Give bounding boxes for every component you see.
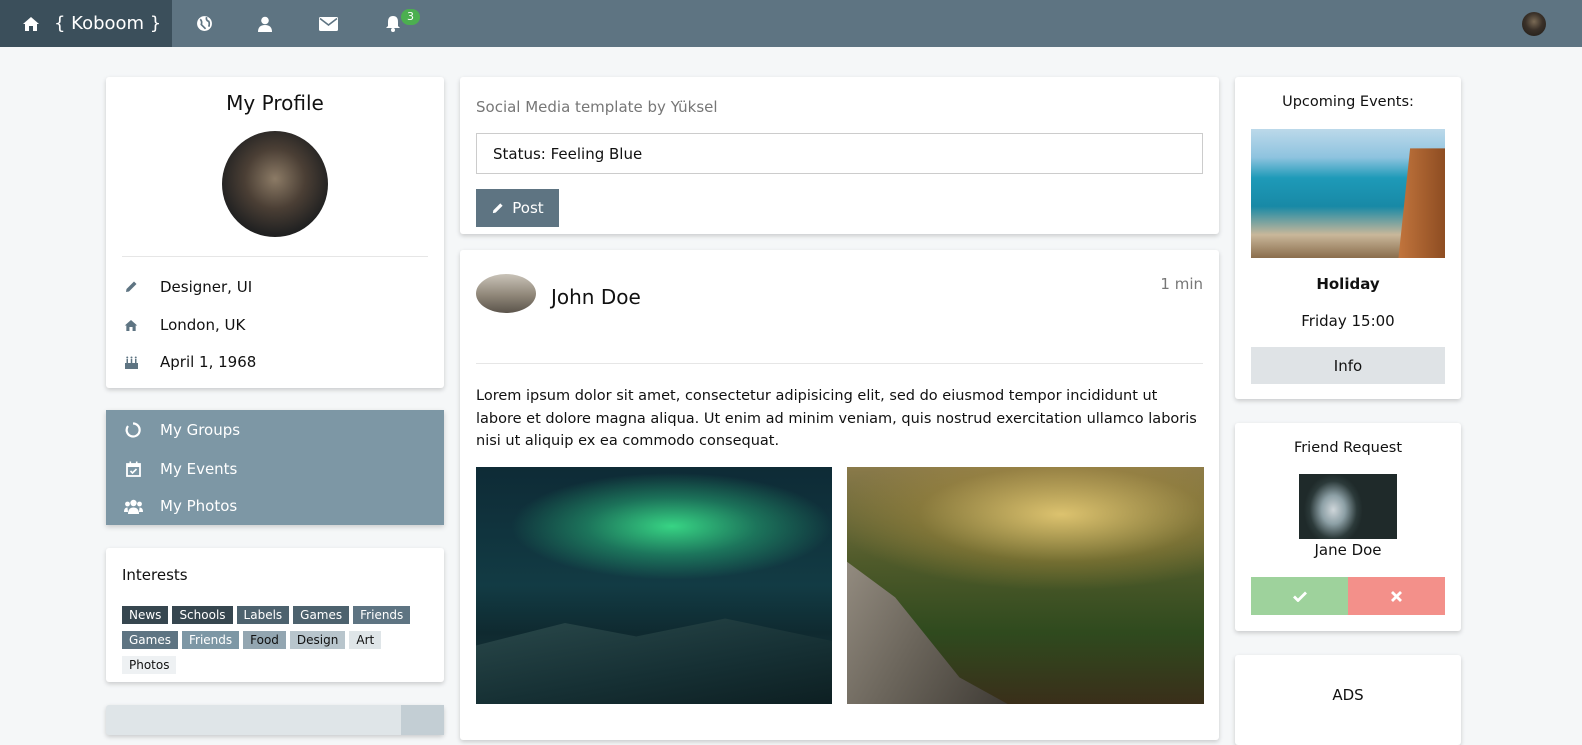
check-icon xyxy=(1292,591,1307,602)
bell-icon xyxy=(386,16,400,32)
interests-tag-list: News Schools Labels Games Friends Games Friend… xyxy=(122,604,422,679)
menu-item-my-photos[interactable]: My Photos xyxy=(106,488,444,524)
interest-tag[interactable]: Photos xyxy=(122,656,177,674)
profile-divider xyxy=(122,256,428,257)
profile-nav-button[interactable] xyxy=(245,0,285,47)
birthday-cake-icon xyxy=(125,356,138,369)
interest-tag[interactable]: Labels xyxy=(236,606,290,624)
users-icon xyxy=(123,499,143,514)
status-input[interactable] xyxy=(476,133,1203,174)
menu-item-my-events[interactable]: My Events xyxy=(106,451,444,487)
home-icon xyxy=(23,16,39,31)
reject-request-button[interactable] xyxy=(1348,577,1445,615)
pencil-icon xyxy=(493,202,503,213)
friend-request-name[interactable]: Jane Doe xyxy=(1235,541,1461,559)
profile-location: London, UK xyxy=(160,316,246,334)
interest-tag[interactable]: Design xyxy=(289,631,346,649)
interest-tag[interactable]: Art xyxy=(349,631,382,649)
profile-location-row: London, UK xyxy=(124,316,245,334)
post-image-aurora[interactable] xyxy=(476,467,832,704)
globe-nav-button[interactable] xyxy=(184,0,224,47)
events-title: Upcoming Events: xyxy=(1282,94,1414,110)
profile-avatar xyxy=(222,131,328,237)
side-menu: My Groups My Events My Photos xyxy=(106,410,444,525)
user-icon xyxy=(258,16,272,32)
pencil-icon xyxy=(126,281,137,292)
post-button[interactable]: Post xyxy=(476,189,559,227)
menu-label-my-photos: My Photos xyxy=(160,497,238,515)
post-timestamp: 1 min xyxy=(1160,275,1203,293)
close-icon xyxy=(1391,590,1402,602)
collapsed-card-toggle[interactable] xyxy=(401,705,444,735)
interest-tag[interactable]: Friends xyxy=(353,606,411,624)
envelope-icon xyxy=(318,16,338,31)
friend-request-card: Friend Request Jane Doe xyxy=(1235,423,1461,631)
post-image-forest[interactable] xyxy=(847,467,1204,704)
menu-label-my-events: My Events xyxy=(160,460,238,478)
menu-item-my-groups[interactable]: My Groups xyxy=(106,412,444,448)
interest-tag[interactable]: Games xyxy=(122,631,178,649)
interest-tag[interactable]: Food xyxy=(243,631,286,649)
profile-card: My Profile Designer, UI London, UK April… xyxy=(106,77,444,388)
ads-title: ADS xyxy=(1332,686,1364,704)
profile-job: Designer, UI xyxy=(160,278,253,296)
circle-notch-icon xyxy=(125,422,141,438)
brand-name: { Koboom } xyxy=(54,13,162,34)
interest-tag[interactable]: News xyxy=(122,606,169,624)
post-body: Lorem ipsum dolor sit amet, consectetur … xyxy=(476,388,1197,449)
profile-job-row: Designer, UI xyxy=(124,278,252,296)
top-navbar: { Koboom } xyxy=(0,0,1582,47)
interest-tag[interactable]: Games xyxy=(293,606,350,624)
post-button-label: Post xyxy=(512,199,544,217)
interest-tag[interactable]: Friends xyxy=(181,631,240,649)
accept-request-button[interactable] xyxy=(1251,577,1348,615)
calendar-check-icon xyxy=(125,461,141,477)
brand-link[interactable]: { Koboom } xyxy=(0,0,172,47)
feed-post-card: John Doe 1 min Lorem ipsum dolor sit ame… xyxy=(460,250,1219,740)
collapsed-card xyxy=(106,705,444,735)
user-avatar[interactable] xyxy=(1522,12,1546,36)
home-icon xyxy=(124,319,138,331)
interests-title: Interests xyxy=(122,566,188,584)
event-time: Friday 15:00 xyxy=(1301,312,1395,330)
interests-card: Interests News Schools Labels Games Friends G… xyxy=(106,548,444,682)
status-composer: Social Media template by Yüksel Post xyxy=(460,77,1219,234)
event-image[interactable] xyxy=(1251,129,1445,258)
ads-card: ADS xyxy=(1235,655,1461,745)
event-info-button[interactable]: Info xyxy=(1251,347,1445,384)
profile-title: My Profile xyxy=(226,91,324,115)
upcoming-events-card: Upcoming Events: Holiday Friday 15:00 In… xyxy=(1235,77,1461,399)
friend-request-avatar[interactable] xyxy=(1299,474,1397,539)
event-name: Holiday xyxy=(1316,275,1380,293)
profile-birthday-row: April 1, 1968 xyxy=(124,353,256,371)
friend-request-title: Friend Request xyxy=(1293,440,1403,456)
profile-birthday: April 1, 1968 xyxy=(160,353,257,371)
event-info-label: Info xyxy=(1333,356,1363,375)
post-divider xyxy=(476,363,1203,364)
menu-label-my-groups: My Groups xyxy=(160,421,241,439)
globe-icon xyxy=(196,16,212,31)
interest-tag[interactable]: Schools xyxy=(172,606,233,624)
notification-badge: 3 xyxy=(401,9,420,25)
messages-nav-button[interactable] xyxy=(308,0,348,47)
composer-subtitle: Social Media template by Yüksel xyxy=(476,98,718,116)
post-author-avatar[interactable] xyxy=(476,274,536,313)
post-author-name[interactable]: John Doe xyxy=(551,285,641,309)
